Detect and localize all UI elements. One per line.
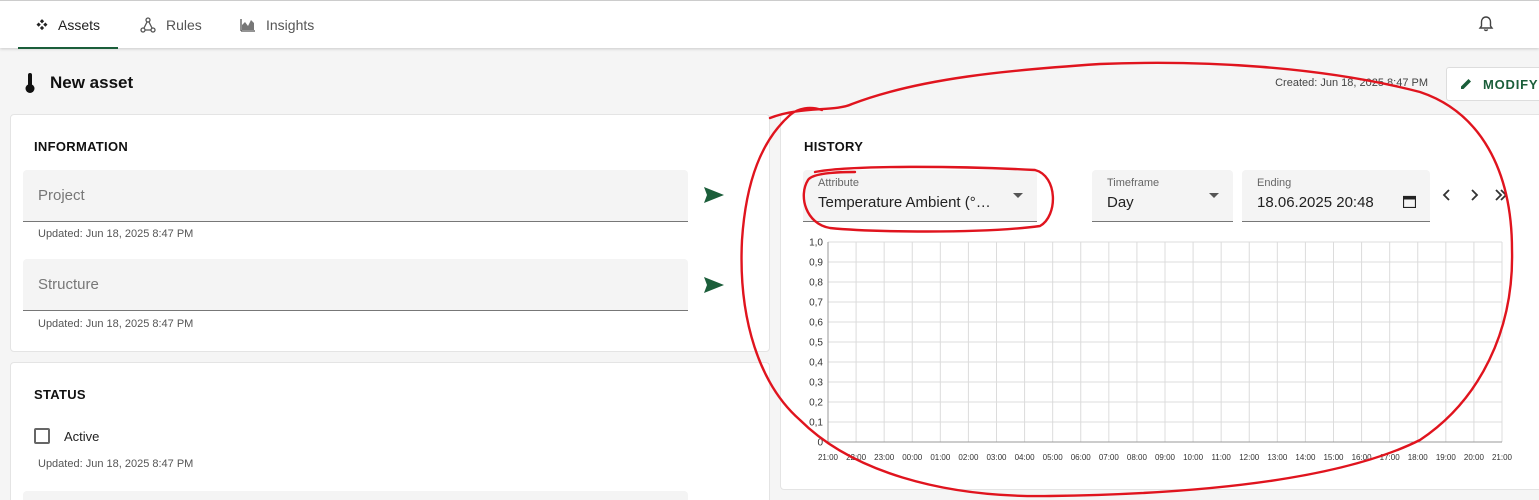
x-tick-label: 22:00: [846, 453, 867, 462]
x-tick-label: 06:00: [1071, 453, 1092, 462]
status-next-field[interactable]: [23, 491, 688, 500]
status-card: STATUS: [10, 362, 770, 500]
tab-insights[interactable]: Insights: [222, 1, 332, 49]
x-tick-label: 13:00: [1267, 453, 1288, 462]
area-chart-icon: [240, 19, 255, 32]
pencil-icon: [1461, 79, 1471, 89]
x-tick-label: 00:00: [902, 453, 923, 462]
x-tick-label: 01:00: [930, 453, 951, 462]
structure-placeholder: Structure: [38, 276, 99, 293]
status-title: STATUS: [34, 387, 86, 402]
y-tick-label: 0,7: [809, 298, 823, 309]
status-updated: Updated: Jun 18, 2025 8:47 PM: [38, 458, 194, 470]
modify-button[interactable]: MODIFY: [1446, 67, 1539, 101]
y-tick-label: 0,6: [809, 318, 823, 329]
timeframe-select[interactable]: Timeframe Day: [1092, 170, 1233, 222]
send-icon[interactable]: [703, 186, 725, 204]
x-tick-label: 04:00: [1015, 453, 1036, 462]
x-tick-label: 03:00: [986, 453, 1007, 462]
page-title: New asset: [24, 72, 133, 94]
timeframe-value: Day: [1107, 194, 1134, 211]
structure-updated: Updated: Jun 18, 2025 8:47 PM: [38, 318, 194, 330]
history-chart: 0 0,1 0,2 0,3 0,4 0,5 0,6 0,7 0,8 0,9 1,0 21:00 22:0…: [809, 238, 1512, 463]
asset-name: New asset: [50, 73, 134, 92]
y-tick-label: 0,3: [809, 378, 823, 389]
x-tick-label: 09:00: [1155, 453, 1176, 462]
x-tick-label: 12:00: [1239, 453, 1260, 462]
y-tick-label: 0,4: [809, 358, 823, 369]
calendar-icon[interactable]: [1403, 195, 1416, 208]
chevron-down-icon: [1013, 193, 1023, 198]
project-placeholder: Project: [38, 187, 85, 204]
ending-datetime-input[interactable]: Ending 18.06.2025 20:48: [1242, 170, 1430, 222]
y-tick-label: 0,1: [809, 418, 823, 429]
chevron-right-icon[interactable]: [1467, 188, 1481, 202]
x-tick-label: 14:00: [1295, 453, 1316, 462]
chevron-left-icon[interactable]: [1440, 188, 1454, 202]
thermometer-icon: [25, 73, 35, 93]
x-tick-label: 11:00: [1211, 453, 1231, 462]
history-title: HISTORY: [804, 139, 864, 154]
x-tick-label: 19:00: [1436, 453, 1457, 462]
attribute-value: Temperature Ambient (°…: [818, 194, 991, 211]
project-field[interactable]: Project: [23, 170, 688, 222]
modify-label: MODIFY: [1483, 76, 1539, 92]
timeframe-label: Timeframe: [1107, 177, 1160, 189]
chevron-down-icon: [1209, 193, 1219, 198]
tab-label: Rules: [166, 17, 202, 33]
active-label: Active: [64, 429, 100, 444]
x-tick-label: 20:00: [1464, 453, 1485, 462]
x-tick-label: 05:00: [1043, 453, 1064, 462]
tab-assets[interactable]: Assets: [18, 1, 118, 49]
tab-rules[interactable]: Rules: [122, 1, 220, 49]
nodes-icon: [140, 17, 156, 33]
information-title: INFORMATION: [34, 139, 129, 154]
attribute-select[interactable]: Attribute Temperature Ambient (°…: [803, 170, 1037, 222]
tab-label: Insights: [266, 17, 315, 33]
y-tick-label: 0,5: [809, 338, 823, 349]
x-tick-label: 07:00: [1099, 453, 1120, 462]
x-tick-label: 15:00: [1323, 453, 1344, 462]
x-tick-label: 23:00: [874, 453, 895, 462]
y-tick-label: 0,8: [809, 278, 823, 289]
double-chevron-right-icon[interactable]: [1494, 188, 1508, 202]
attribute-label: Attribute: [818, 177, 859, 189]
y-tick-label: 0: [817, 438, 823, 449]
tab-label: Assets: [57, 17, 100, 33]
x-tick-label: 16:00: [1352, 453, 1373, 462]
project-updated: Updated: Jun 18, 2025 8:47 PM: [38, 228, 194, 240]
ending-value: 18.06.2025 20:48: [1257, 194, 1374, 211]
diamond-grid-icon: [36, 19, 48, 31]
y-tick-label: 0,9: [809, 258, 823, 269]
x-tick-label: 18:00: [1408, 453, 1429, 462]
y-tick-label: 1,0: [809, 238, 823, 249]
active-checkbox[interactable]: [34, 428, 50, 444]
structure-field[interactable]: Structure: [23, 259, 688, 311]
created-timestamp: Created: Jun 18, 2025 8:47 PM: [1275, 77, 1428, 89]
x-tick-label: 21:00: [818, 453, 839, 462]
x-tick-label: 21:00: [1492, 453, 1512, 462]
ending-label: Ending: [1257, 177, 1292, 189]
x-tick-label: 08:00: [1127, 453, 1148, 462]
y-tick-label: 0,2: [809, 398, 823, 409]
x-tick-label: 10:00: [1183, 453, 1204, 462]
notification-bell-icon[interactable]: [1477, 15, 1495, 33]
send-icon[interactable]: [703, 276, 725, 294]
top-nav: Assets Rules Insights: [0, 0, 1539, 49]
x-tick-label: 02:00: [958, 453, 979, 462]
x-tick-label: 17:00: [1380, 453, 1401, 462]
